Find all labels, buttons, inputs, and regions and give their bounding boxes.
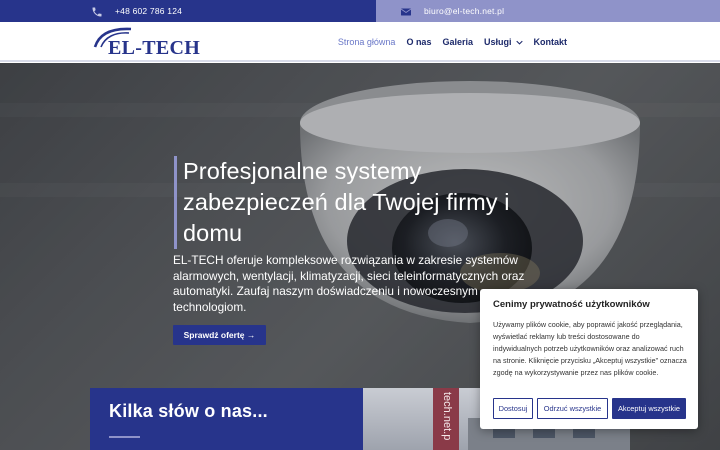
nav-item-contact[interactable]: Kontakt [534,37,568,47]
banner-text: tech.net.p [441,392,453,441]
cookie-buttons: Dostosuj Odrzuć wszystkie Akceptuj wszys… [493,398,690,419]
about-title: Kilka słów o nas... [109,401,268,421]
nav-item-services[interactable]: Usługi [484,37,523,47]
envelope-icon [400,5,412,17]
logo[interactable]: EL-TECH [93,26,205,60]
about-section: Kilka słów o nas... [90,388,363,450]
reject-all-button[interactable]: Odrzuć wszystkie [537,398,608,419]
hero-title: Profesjonalne systemy zabezpieczeń dla T… [174,156,564,249]
about-divider [109,436,140,438]
email-address[interactable]: biuro@el-tech.net.pl [424,6,504,16]
main-nav: Strona główna O nas Galeria Usługi Konta… [327,22,567,62]
chevron-down-icon [515,40,523,45]
email-section[interactable]: biuro@el-tech.net.pl [376,0,720,22]
hero-description: EL-TECH oferuje kompleksowe rozwiązania … [173,253,525,314]
logo-text: EL-TECH [108,37,201,59]
top-contact-bar: +48 602 786 124 biuro@el-tech.net.pl [0,0,720,22]
phone-icon [91,5,103,17]
cookie-title: Cenimy prywatność użytkowników [493,299,650,310]
site-header: EL-TECH Strona główna O nas Galeria Usłu… [0,22,720,62]
nav-item-services-label: Usługi [483,37,512,47]
check-offer-button[interactable]: Sprawdź ofertę → [173,325,266,345]
nav-item-gallery[interactable]: Galeria [442,37,473,47]
accept-all-button[interactable]: Akceptuj wszystkie [612,398,686,419]
cookie-consent-dialog: Cenimy prywatność użytkowników Używamy p… [480,289,698,429]
customize-button[interactable]: Dostosuj [493,398,533,419]
nav-item-about[interactable]: O nas [406,37,431,47]
phone-section[interactable]: +48 602 786 124 [0,0,376,22]
phone-number[interactable]: +48 602 786 124 [115,6,182,16]
nav-item-home[interactable]: Strona główna [338,37,396,47]
cookie-text: Używamy plików cookie, aby poprawić jako… [493,320,687,377]
